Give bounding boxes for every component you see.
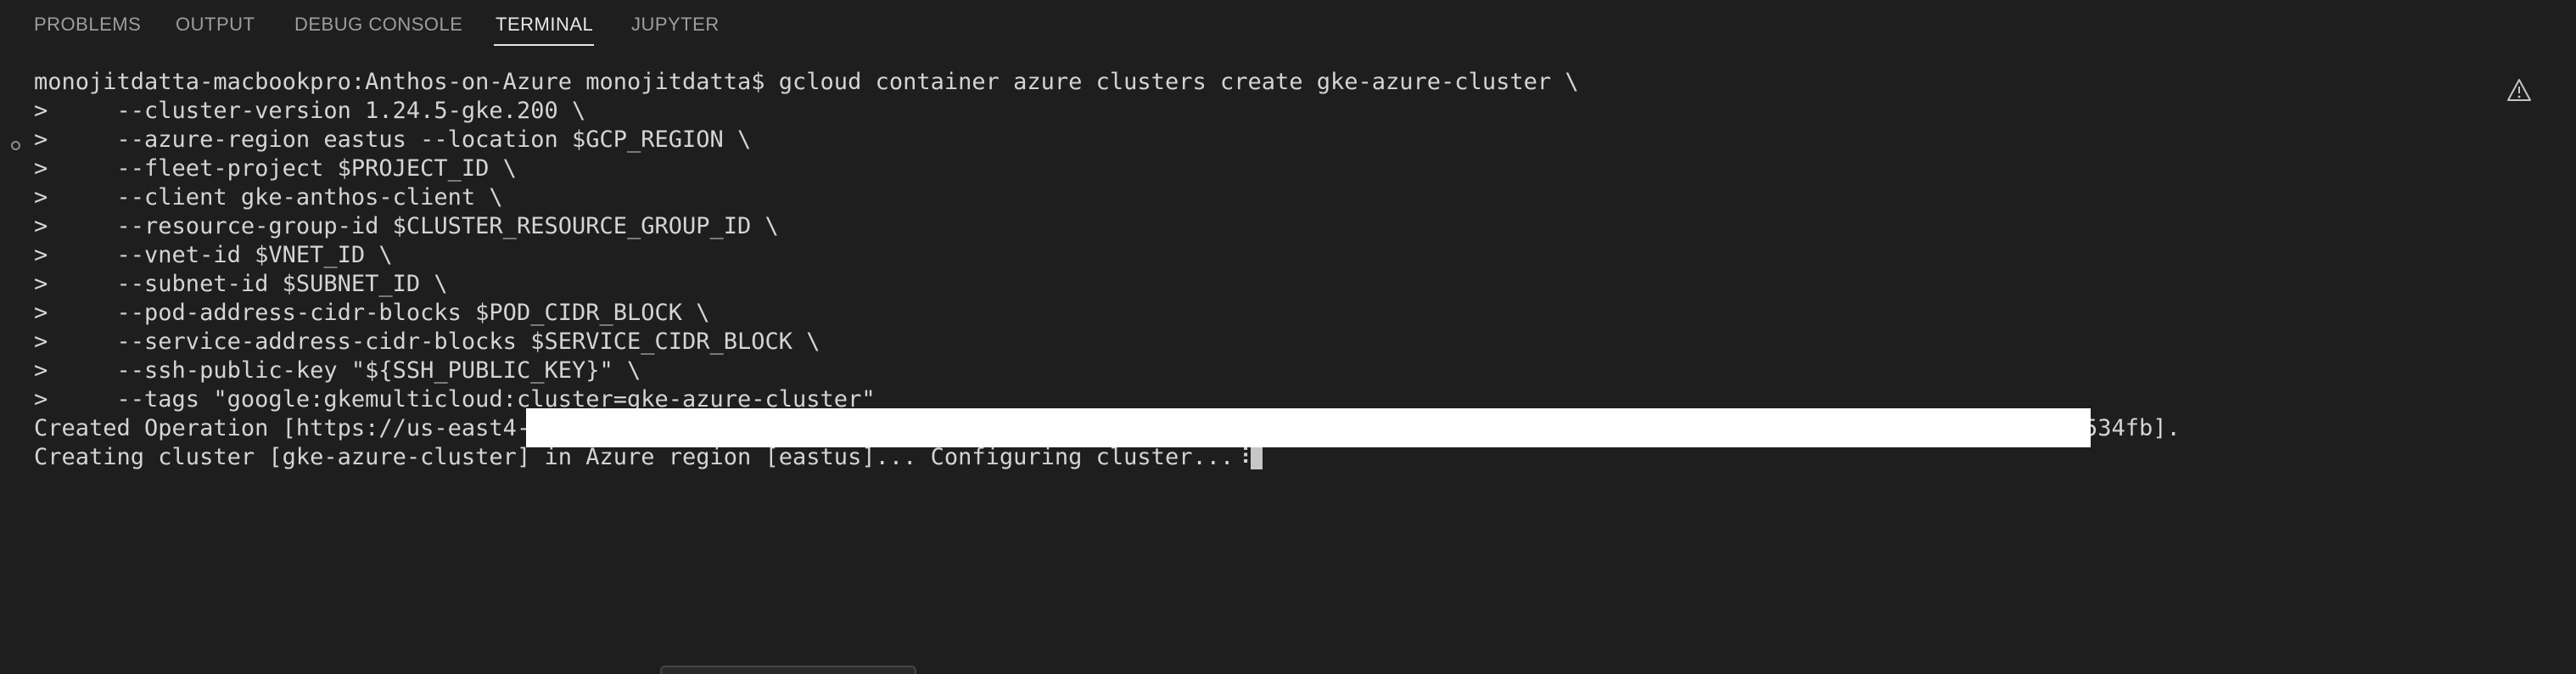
circle-outline-icon <box>11 141 20 150</box>
terminal-line: > --ssh-public-key "${SSH_PUBLIC_KEY}" \ <box>34 357 641 384</box>
terminal-line: > --service-address-cidr-blocks $SERVICE… <box>34 329 820 355</box>
terminal-line-command: monojitdatta-macbookpro:Anthos-on-Azure … <box>34 69 1579 95</box>
terminal-line: > --subnet-id $SUBNET_ID \ <box>34 271 448 297</box>
terminal-line: > --fleet-project $PROJECT_ID \ <box>34 155 517 182</box>
terminal-cursor-icon <box>1251 446 1263 469</box>
active-tab-indicator <box>494 44 594 46</box>
redaction-box <box>526 408 2091 447</box>
panel-tab-bar: PROBLEMS OUTPUT DEBUG CONSOLE TERMINAL J… <box>0 0 2576 49</box>
tab-problems[interactable]: PROBLEMS <box>34 14 141 36</box>
terminal-line-operation: Created Operation [https://us-east4- <box>34 415 531 441</box>
terminal-line: > --vnet-id $VNET_ID \ <box>34 242 393 268</box>
floating-widget <box>660 666 916 674</box>
warning-triangle-icon[interactable] <box>2506 78 2532 102</box>
terminal-line: > --resource-group-id $CLUSTER_RESOURCE_… <box>34 213 779 239</box>
terminal-line-status: Creating cluster [gke-azure-cluster] in … <box>34 443 1263 472</box>
tab-output[interactable]: OUTPUT <box>176 14 255 36</box>
terminal-line-operation-suffix: 534fb]. <box>2084 415 2181 441</box>
tab-debug-console[interactable]: DEBUG CONSOLE <box>294 14 462 36</box>
terminal-line: > --pod-address-cidr-blocks $POD_CIDR_BL… <box>34 300 710 326</box>
terminal-status-text: Creating cluster [gke-azure-cluster] in … <box>34 444 1251 470</box>
terminal-line: > --cluster-version 1.24.5-gke.200 \ <box>34 98 586 124</box>
terminal-line: > --azure-region eastus --location $GCP_… <box>34 126 752 153</box>
tab-jupyter[interactable]: JUPYTER <box>631 14 720 36</box>
terminal-line: > --client gke-anthos-client \ <box>34 184 503 211</box>
tab-terminal[interactable]: TERMINAL <box>496 14 593 36</box>
